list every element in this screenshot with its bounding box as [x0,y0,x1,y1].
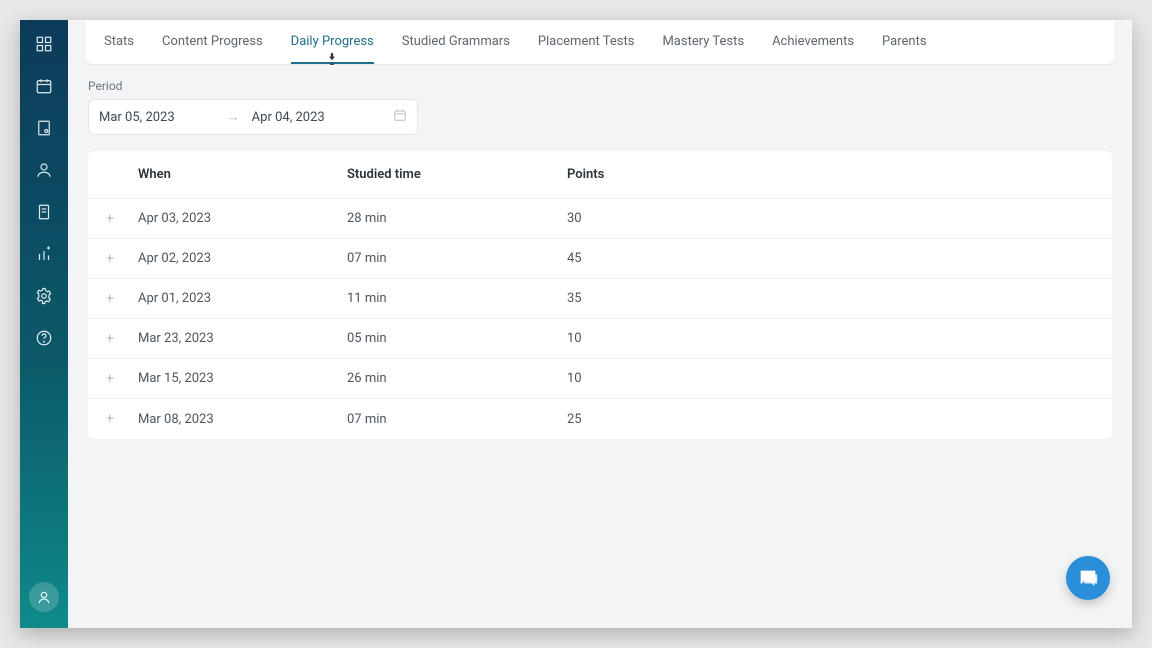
progress-table: When Studied time Points +Apr 03, 202328… [88,151,1112,439]
tab-label: Content Progress [162,34,263,49]
cell-when: Apr 02, 2023 [132,251,347,266]
help-icon[interactable] [34,328,54,348]
tab-label: Parents [882,34,927,49]
table-row: +Apr 02, 202307 min45 [88,239,1112,279]
cell-when: Mar 15, 2023 [132,371,347,386]
arrow-right-icon: → [227,109,240,125]
cell-studied-time: 28 min [347,211,567,226]
tab-daily-progress[interactable]: Daily Progress [291,20,374,64]
header-studied-time: Studied time [347,167,567,182]
table-row: +Mar 15, 202326 min10 [88,359,1112,399]
tab-placement-tests[interactable]: Placement Tests [538,20,635,64]
header-when: When [132,167,347,182]
book-icon[interactable] [34,118,54,138]
sidebar [20,20,68,628]
main-content: Stats Content Progress Daily Progress St… [68,20,1132,628]
expand-button[interactable]: + [88,291,132,307]
table-row: +Apr 03, 202328 min30 [88,199,1112,239]
tab-parents[interactable]: Parents [882,20,927,64]
notes-icon[interactable] [34,202,54,222]
cell-when: Apr 03, 2023 [132,211,347,226]
cell-points: 10 [567,371,1112,386]
cell-when: Mar 23, 2023 [132,331,347,346]
calendar-icon[interactable] [34,76,54,96]
tab-mastery-tests[interactable]: Mastery Tests [662,20,744,64]
table-header: When Studied time Points [88,151,1112,199]
tab-stats[interactable]: Stats [104,20,134,64]
dashboard-icon[interactable] [34,34,54,54]
cell-points: 35 [567,291,1112,306]
cell-when: Apr 01, 2023 [132,291,347,306]
profile-avatar[interactable] [29,582,59,612]
cell-studied-time: 07 min [347,412,567,427]
table-row: +Mar 23, 202305 min10 [88,319,1112,359]
cell-studied-time: 26 min [347,371,567,386]
expand-button[interactable]: + [88,251,132,267]
table-row: +Mar 08, 202307 min25 [88,399,1112,439]
tab-label: Studied Grammars [402,34,510,49]
date-range-picker[interactable]: Mar 05, 2023 → Apr 04, 2023 [88,99,418,135]
tab-content-progress[interactable]: Content Progress [162,20,263,64]
expand-button[interactable]: + [88,411,132,427]
chat-fab[interactable] [1066,556,1110,600]
date-from: Mar 05, 2023 [99,110,215,125]
cell-points: 30 [567,211,1112,226]
cell-points: 45 [567,251,1112,266]
period-section: Period Mar 05, 2023 → Apr 04, 2023 [68,65,1132,139]
period-label: Period [88,79,1112,93]
cell-studied-time: 11 min [347,291,567,306]
expand-button[interactable]: + [88,371,132,387]
tab-label: Achievements [772,34,854,49]
header-points: Points [567,167,1112,182]
tabs-bar: Stats Content Progress Daily Progress St… [86,20,1114,65]
settings-icon[interactable] [34,286,54,306]
tab-label: Daily Progress [291,34,374,49]
cell-studied-time: 07 min [347,251,567,266]
tab-label: Stats [104,34,134,49]
cell-points: 25 [567,412,1112,427]
cursor-icon [325,52,339,70]
tab-label: Mastery Tests [662,34,744,49]
expand-button[interactable]: + [88,331,132,347]
expand-button[interactable]: + [88,211,132,227]
tab-label: Placement Tests [538,34,635,49]
cell-points: 10 [567,331,1112,346]
date-to: Apr 04, 2023 [252,110,365,125]
cell-when: Mar 08, 2023 [132,412,347,427]
calendar-icon [393,108,407,126]
tab-achievements[interactable]: Achievements [772,20,854,64]
tab-studied-grammars[interactable]: Studied Grammars [402,20,510,64]
table-row: +Apr 01, 202311 min35 [88,279,1112,319]
user-icon[interactable] [34,160,54,180]
cell-studied-time: 05 min [347,331,567,346]
chart-add-icon[interactable] [34,244,54,264]
